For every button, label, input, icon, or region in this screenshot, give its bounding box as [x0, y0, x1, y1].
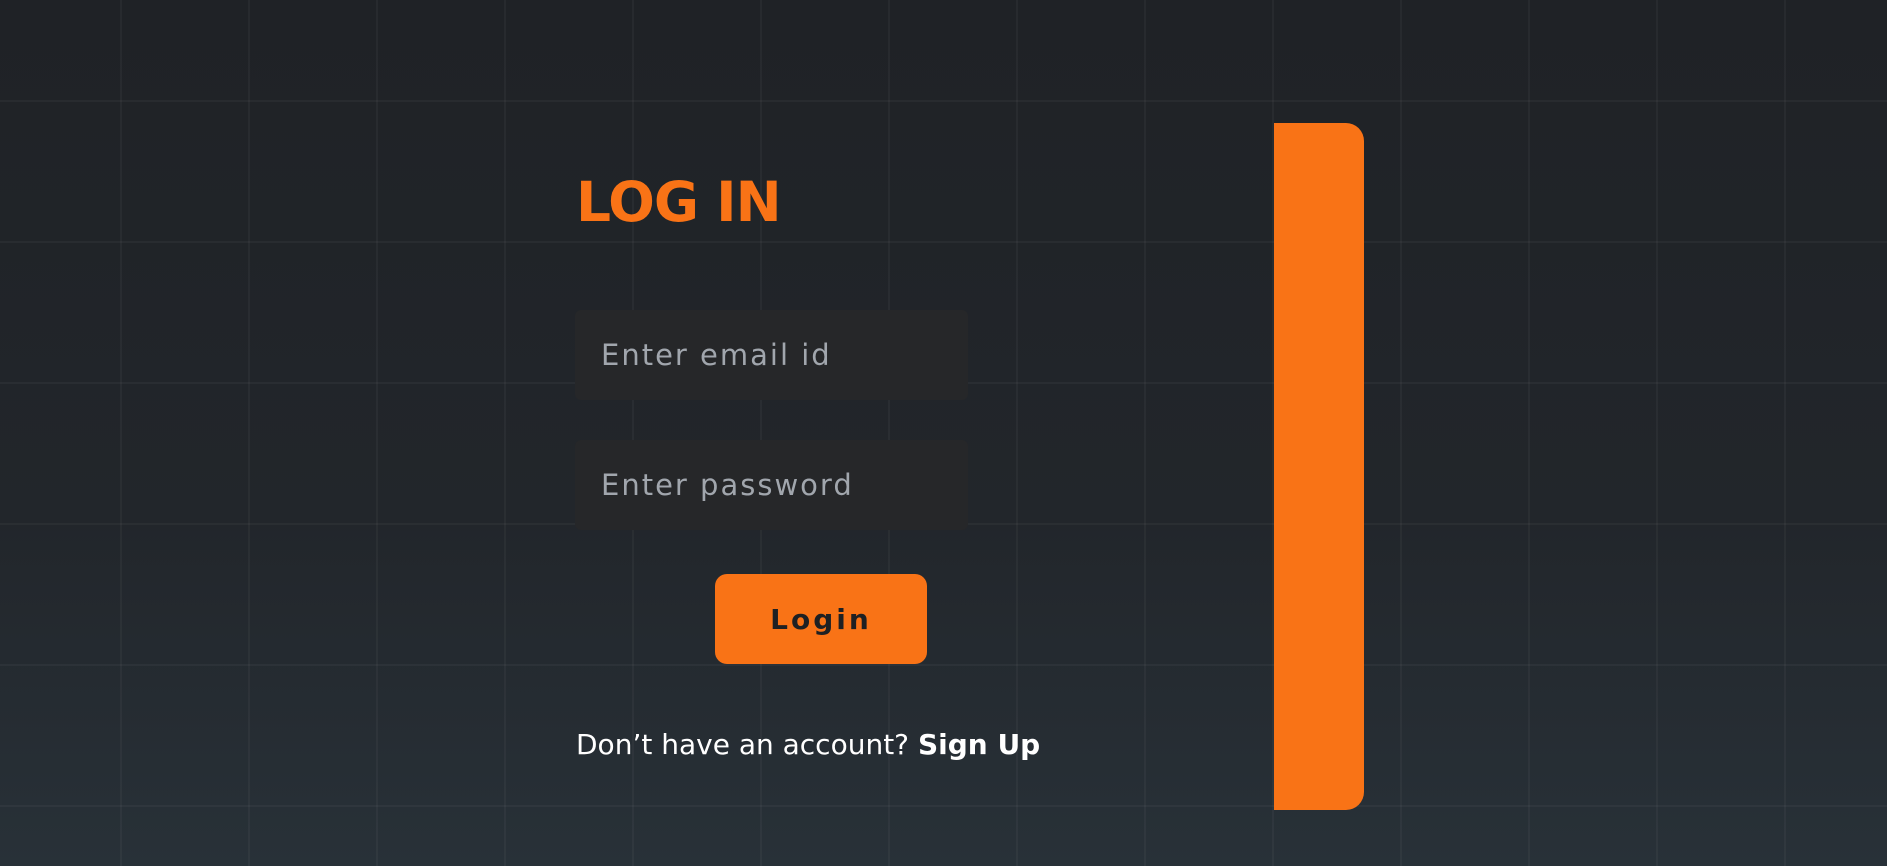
email-field[interactable]: [575, 310, 968, 400]
signup-prompt: Don’t have an account? Sign Up: [576, 725, 1040, 765]
password-field[interactable]: [575, 440, 968, 530]
page-title: LOG IN: [576, 170, 782, 234]
login-button[interactable]: Login: [715, 574, 927, 664]
accent-side-panel: [1274, 123, 1364, 810]
signup-prompt-text: Don’t have an account?: [576, 728, 910, 761]
signup-link[interactable]: Sign Up: [918, 728, 1040, 761]
